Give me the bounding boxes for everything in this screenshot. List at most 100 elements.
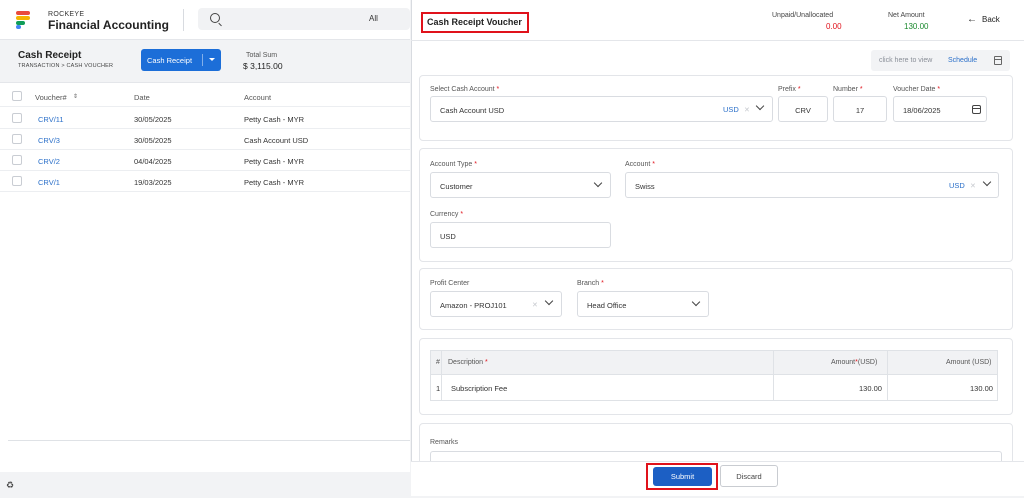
row-account: Cash Account USD bbox=[244, 136, 309, 145]
row-checkbox[interactable] bbox=[12, 113, 22, 123]
discard-button[interactable]: Discard bbox=[720, 465, 778, 487]
chevron-down-icon[interactable] bbox=[209, 58, 215, 61]
schedule-link[interactable]: Schedule bbox=[948, 57, 977, 64]
brand-title: Financial Accounting bbox=[48, 18, 169, 32]
branch-select[interactable]: Head Office bbox=[577, 291, 709, 317]
row-checkbox[interactable] bbox=[12, 176, 22, 186]
row-account: Petty Cash - MYR bbox=[244, 178, 305, 187]
button-divider bbox=[202, 54, 203, 66]
column-header-voucher[interactable]: Voucher# bbox=[35, 93, 67, 102]
line-index: 1 bbox=[436, 384, 441, 393]
net-amount-value: 130.00 bbox=[904, 22, 929, 31]
table-row[interactable]: CRV/2 04/04/2025 Petty Cash - MYR bbox=[0, 150, 410, 171]
clear-icon[interactable]: ✕ bbox=[970, 182, 976, 190]
row-date: 04/04/2025 bbox=[134, 157, 172, 166]
rockeye-logo-icon[interactable] bbox=[16, 11, 30, 29]
global-search-input[interactable] bbox=[198, 8, 410, 30]
column-divider bbox=[441, 351, 442, 401]
column-header-description: Description * bbox=[448, 359, 488, 366]
row-date: 30/05/2025 bbox=[134, 115, 172, 124]
unpaid-value: 0.00 bbox=[826, 22, 842, 31]
drawer-header-divider bbox=[411, 40, 1024, 41]
search-scope-select[interactable]: All bbox=[369, 14, 378, 23]
prefix-value: CRV bbox=[795, 106, 811, 115]
calendar-icon[interactable] bbox=[994, 56, 1002, 65]
clear-icon[interactable]: ✕ bbox=[744, 106, 750, 114]
brand-small: ROCKEYE bbox=[48, 11, 85, 18]
account-type-select[interactable]: Customer bbox=[430, 172, 611, 198]
row-checkbox[interactable] bbox=[12, 155, 22, 165]
submit-button[interactable]: Submit bbox=[653, 467, 712, 486]
prefix-field[interactable]: CRV bbox=[778, 96, 828, 122]
cash-account-label: Select Cash Account * bbox=[430, 86, 500, 93]
column-header-amount-usd: Amount (USD) bbox=[946, 359, 992, 366]
row-account: Petty Cash - MYR bbox=[244, 115, 305, 124]
branch-label: Branch * bbox=[577, 280, 604, 287]
total-sum-label: Total Sum bbox=[246, 52, 278, 59]
branch-value: Head Office bbox=[587, 301, 627, 310]
back-label: Back bbox=[982, 15, 1000, 24]
net-amount-label: Net Amount bbox=[888, 12, 925, 19]
profit-center-value: Amazon - PROJ101 bbox=[440, 301, 507, 310]
calendar-icon[interactable] bbox=[972, 105, 981, 114]
currency-value: USD bbox=[440, 232, 456, 241]
row-date: 30/05/2025 bbox=[134, 136, 172, 145]
currency-label: Currency * bbox=[430, 211, 464, 218]
voucher-date-label: Voucher Date * bbox=[893, 86, 941, 93]
table-row[interactable]: CRV/11 30/05/2025 Petty Cash - MYR bbox=[0, 108, 410, 129]
column-divider bbox=[773, 351, 774, 401]
row-date: 19/03/2025 bbox=[134, 178, 172, 187]
column-header-amount-required: Amount*(USD) bbox=[831, 359, 878, 366]
remarks-textarea[interactable] bbox=[430, 451, 1002, 461]
number-value: 17 bbox=[855, 106, 865, 115]
lines-table-header bbox=[431, 351, 997, 375]
remarks-label: Remarks bbox=[430, 439, 459, 446]
unpaid-label: Unpaid/Unallocated bbox=[772, 12, 834, 19]
breadcrumb: TRANSACTION > CASH VOUCHER bbox=[18, 63, 114, 69]
account-type-value: Customer bbox=[440, 182, 473, 191]
column-header-account[interactable]: Account bbox=[244, 93, 271, 102]
line-amount-usd: 130.00 bbox=[970, 384, 993, 393]
cash-receipt-button[interactable]: Cash Receipt bbox=[141, 49, 221, 71]
line-description[interactable]: Subscription Fee bbox=[451, 384, 507, 393]
account-select[interactable]: Swiss bbox=[625, 172, 999, 198]
recycle-icon[interactable]: ♻ bbox=[6, 480, 14, 491]
account-label: Account * bbox=[625, 161, 655, 168]
account-value: Swiss bbox=[635, 182, 655, 191]
divider bbox=[183, 9, 184, 31]
row-account: Petty Cash - MYR bbox=[244, 157, 305, 166]
sort-icon[interactable]: ⇕ bbox=[73, 93, 78, 100]
cash-account-select[interactable]: Cash Account USD bbox=[430, 96, 773, 122]
table-header: Voucher# Date Account bbox=[0, 86, 410, 107]
number-label: Number * bbox=[833, 86, 863, 93]
voucher-link[interactable]: CRV/3 bbox=[38, 136, 60, 145]
lines-table bbox=[430, 350, 998, 401]
back-button[interactable]: ← Back bbox=[967, 14, 1000, 25]
voucher-link[interactable]: CRV/1 bbox=[38, 178, 60, 187]
prefix-label: Prefix * bbox=[778, 86, 801, 93]
column-divider bbox=[887, 351, 888, 401]
voucher-link[interactable]: CRV/2 bbox=[38, 157, 60, 166]
number-field[interactable]: 17 bbox=[833, 96, 887, 122]
account-type-label: Account Type * bbox=[430, 161, 477, 168]
profit-center-select[interactable]: Amazon - PROJ101 bbox=[430, 291, 562, 317]
page-title: Cash Receipt bbox=[18, 50, 82, 61]
voucher-link[interactable]: CRV/11 bbox=[38, 115, 64, 124]
arrow-left-icon: ← bbox=[967, 14, 977, 25]
profit-center-label: Profit Center bbox=[430, 280, 470, 287]
currency-field[interactable]: USD bbox=[430, 222, 611, 248]
total-sum-value: $ 3,115.00 bbox=[243, 61, 283, 71]
scrollbar-track[interactable] bbox=[8, 440, 410, 441]
table-row[interactable]: CRV/1 19/03/2025 Petty Cash - MYR bbox=[0, 171, 410, 192]
schedule-hint: click here to view bbox=[879, 57, 933, 64]
search-icon[interactable] bbox=[210, 13, 220, 23]
line-amount[interactable]: 130.00 bbox=[859, 384, 882, 393]
account-currency: USD bbox=[949, 181, 965, 190]
cash-receipt-button-label: Cash Receipt bbox=[147, 56, 193, 65]
column-header-date[interactable]: Date bbox=[134, 93, 150, 102]
voucher-date-value: 18/06/2025 bbox=[903, 106, 941, 115]
select-all-checkbox[interactable] bbox=[12, 91, 22, 101]
table-row[interactable]: CRV/3 30/05/2025 Cash Account USD bbox=[0, 129, 410, 150]
clear-icon[interactable]: ✕ bbox=[532, 301, 538, 309]
row-checkbox[interactable] bbox=[12, 134, 22, 144]
